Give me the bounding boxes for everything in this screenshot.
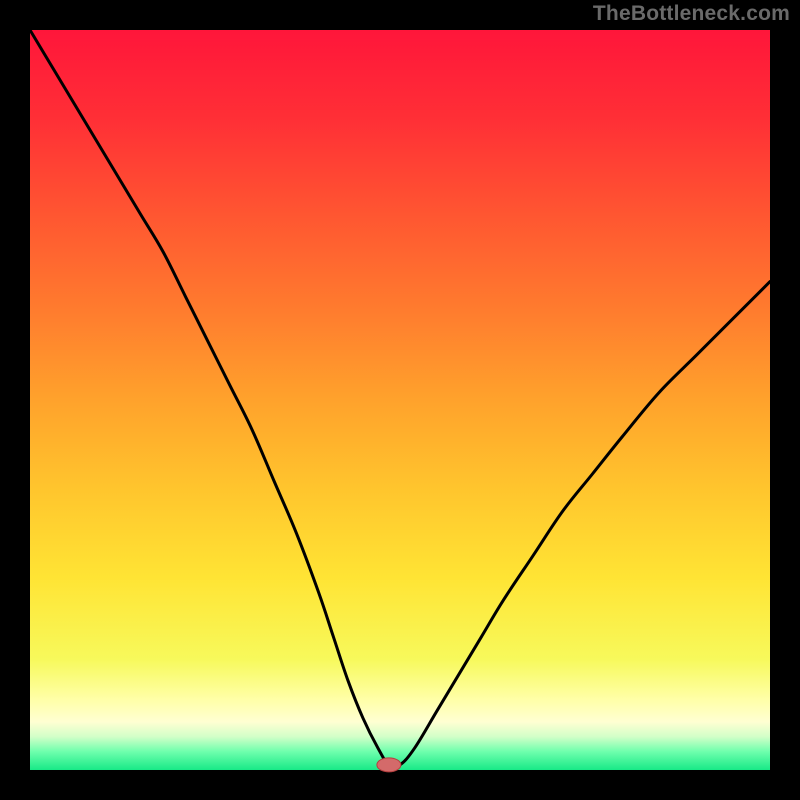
chart-container: TheBottleneck.com xyxy=(0,0,800,800)
bottleneck-chart xyxy=(0,0,800,800)
watermark-text: TheBottleneck.com xyxy=(593,2,790,26)
optimum-marker xyxy=(377,758,401,772)
gradient-background xyxy=(30,30,770,770)
